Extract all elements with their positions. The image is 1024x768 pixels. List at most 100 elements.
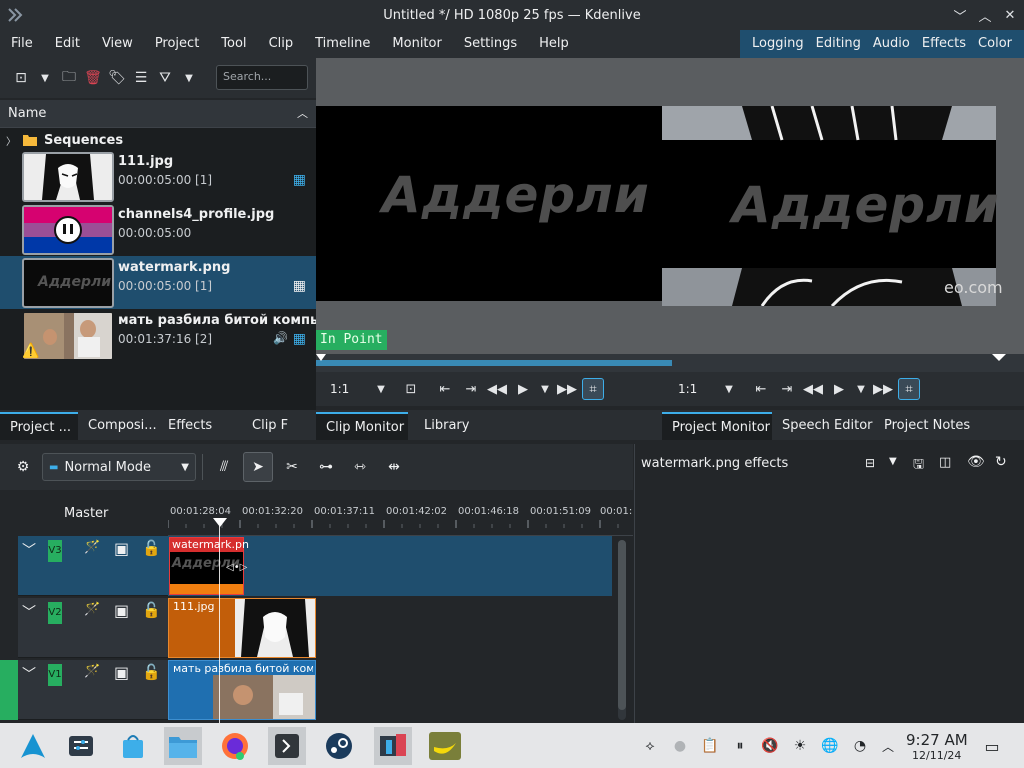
compare-icon[interactable]: ⊟ (865, 456, 875, 470)
layout-logging[interactable]: Logging (740, 30, 810, 58)
timeline-area[interactable]: Master 00:01:28:04 00:01:32:20 00:01:37:… (0, 490, 633, 723)
spacer-tool-icon[interactable]: ⫻ (209, 452, 239, 482)
master-label[interactable]: Master (64, 506, 108, 521)
reset-icon[interactable]: ↻ (995, 454, 1007, 470)
lock-icon[interactable]: 🔓 (142, 601, 161, 619)
menu-view[interactable]: View (91, 30, 144, 58)
set-out-point-icon[interactable]: ⇥ (460, 378, 482, 400)
menu-clip[interactable]: Clip (258, 30, 305, 58)
crop-icon[interactable]: ⌗ (898, 378, 920, 400)
forward-icon[interactable]: ▶▶ (872, 378, 894, 400)
steam-icon[interactable] (320, 727, 358, 765)
bin-search-input[interactable]: Search... (216, 65, 308, 90)
timeline-ruler[interactable]: 00:01:28:04 00:01:32:20 00:01:37:11 00:0… (168, 490, 633, 536)
play-options-icon[interactable]: ▼ (850, 378, 872, 400)
clip-monitor-ruler[interactable] (316, 354, 662, 372)
save-effect-icon[interactable]: 🖫 (913, 455, 924, 477)
kdenlive-app-icon[interactable] (6, 6, 24, 24)
menu-help[interactable]: Help (528, 30, 580, 58)
tag-icon[interactable]: 🏷 (106, 67, 128, 89)
menu-tool[interactable]: Tool (210, 30, 257, 58)
bin-clip-channels4-profile[interactable]: channels4_profile.jpg 00:00:05:00 (0, 203, 316, 256)
rewind-icon[interactable]: ◀◀ (486, 378, 508, 400)
menu-monitor[interactable]: Monitor (381, 30, 452, 58)
collapse-icon[interactable]: ﹀ (22, 602, 36, 622)
film-icon[interactable]: ▣ (114, 601, 129, 620)
timeline-scrollbar[interactable] (618, 540, 626, 720)
clock-date[interactable]: 12/11/24 (912, 749, 961, 762)
folder-row-sequences[interactable]: 〉 Sequences (6, 130, 123, 150)
split-view-icon[interactable]: ◫ (939, 455, 951, 470)
media-pause-icon[interactable]: ⏸ (730, 736, 750, 756)
layout-audio[interactable]: Audio (867, 30, 916, 58)
clip-monitor-target-icon[interactable]: ⊡ (400, 378, 422, 400)
kdenlive-task-icon[interactable] (374, 727, 412, 765)
firefox-icon[interactable] (216, 727, 254, 765)
lock-icon[interactable]: 🔓 (142, 539, 161, 557)
film-icon[interactable]: ▣ (114, 663, 129, 682)
layout-effects[interactable]: Effects (916, 30, 972, 58)
menu-edit[interactable]: Edit (44, 30, 91, 58)
track-header-v2[interactable]: ﹀ V2 🪄 ▣ 🔓 (18, 598, 168, 658)
clip-zoom-value[interactable]: 1:1 (330, 382, 370, 396)
show-desktop-icon[interactable]: ▭ (982, 736, 1002, 756)
bin-column-header[interactable]: Name ︿ (0, 100, 316, 128)
rewind-icon[interactable]: ◀◀ (802, 378, 824, 400)
tray-expand-icon[interactable]: ︿ (878, 736, 898, 756)
bin-clip-111[interactable]: 111.jpg 00:00:05:00 [1] ▦ (0, 150, 316, 203)
menu-timeline[interactable]: Timeline (304, 30, 381, 58)
clipboard-icon[interactable]: 📋 (700, 736, 720, 756)
set-in-point-icon[interactable]: ⇤ (750, 378, 772, 400)
clip-monitor-view[interactable]: Аддерли In Point (316, 58, 662, 354)
menu-project[interactable]: Project (144, 30, 210, 58)
play-icon[interactable]: ▶ (828, 378, 850, 400)
maximize-button[interactable]: ︿ (975, 5, 995, 25)
filter-icon[interactable]: ⛛ (154, 67, 176, 89)
tab-effects[interactable]: Effects (158, 412, 242, 440)
tab-speech-editor[interactable]: Speech Editor (772, 412, 874, 440)
forward-icon[interactable]: ▶▶ (556, 378, 578, 400)
menu-file[interactable]: File (0, 30, 44, 58)
ripple-tool-icon[interactable]: ⊶ (311, 452, 341, 482)
menu-icon[interactable]: ☰ (130, 67, 152, 89)
project-monitor-ruler[interactable] (662, 354, 1024, 372)
banana-app-icon[interactable] (426, 727, 464, 765)
tab-project-bin[interactable]: Project ... (0, 412, 78, 440)
chevron-down-icon[interactable]: ▼ (889, 456, 897, 467)
steam-tray-icon[interactable]: ● (670, 736, 690, 756)
chevron-right-icon[interactable]: 〉 (6, 133, 16, 148)
close-button[interactable]: ✕ (1000, 5, 1020, 25)
track-header-v3[interactable]: ﹀ V3 🪄 ▣ 🔓 (18, 536, 168, 596)
layout-color[interactable]: Color (972, 30, 1024, 58)
track-header-v1[interactable]: ﹀ V1 🪄 ▣ 🔓 (18, 660, 168, 720)
play-icon[interactable]: ▶ (512, 378, 534, 400)
collapse-icon[interactable]: ﹀ (22, 540, 36, 560)
play-options-icon[interactable]: ▼ (534, 378, 556, 400)
film-icon[interactable]: ▣ (114, 539, 129, 558)
slide-tool-icon[interactable]: ⇹ (379, 452, 409, 482)
tab-clip-monitor[interactable]: Clip Monitor (316, 412, 408, 440)
lock-icon[interactable]: 🔓 (142, 663, 161, 681)
project-zoom-value[interactable]: 1:1 (678, 382, 718, 396)
select-tool-icon[interactable]: ➤ (243, 452, 273, 482)
filter-dropdown-icon[interactable]: ▼ (178, 67, 200, 89)
tab-project-notes[interactable]: Project Notes (874, 412, 978, 440)
timeline-settings-icon[interactable]: ⚙ (12, 452, 34, 482)
set-out-point-icon[interactable]: ⇥ (776, 378, 798, 400)
crop-icon[interactable]: ⌗ (582, 378, 604, 400)
file-manager-icon[interactable] (164, 727, 202, 765)
eye-icon[interactable]: 👁 (967, 454, 985, 470)
edit-mode-select[interactable]: ▬ Normal Mode ▼ (42, 453, 196, 481)
zoom-dropdown-icon[interactable]: ▼ (718, 378, 740, 400)
bin-clip-watermark[interactable]: Аддерли watermark.png 00:00:05:00 [1] ▦ (0, 256, 316, 309)
tab-library[interactable]: Library (408, 412, 488, 440)
playhead-marker[interactable] (213, 518, 227, 528)
volume-muted-icon[interactable]: 🔇 (760, 736, 780, 756)
project-monitor-view[interactable]: Аддерли eo.com (662, 58, 1024, 354)
effects-wand-icon[interactable]: 🪄 (84, 540, 100, 555)
delete-icon[interactable]: 🗑 (82, 67, 104, 89)
add-clip-icon[interactable]: ⊡ (10, 67, 32, 89)
bin-clip-video[interactable]: ⚠️ мать разбила битой компьют 00:01:37:1… (0, 309, 338, 362)
add-folder-icon[interactable]: 🗀 (58, 67, 80, 89)
collapse-icon[interactable]: ﹀ (22, 664, 36, 684)
